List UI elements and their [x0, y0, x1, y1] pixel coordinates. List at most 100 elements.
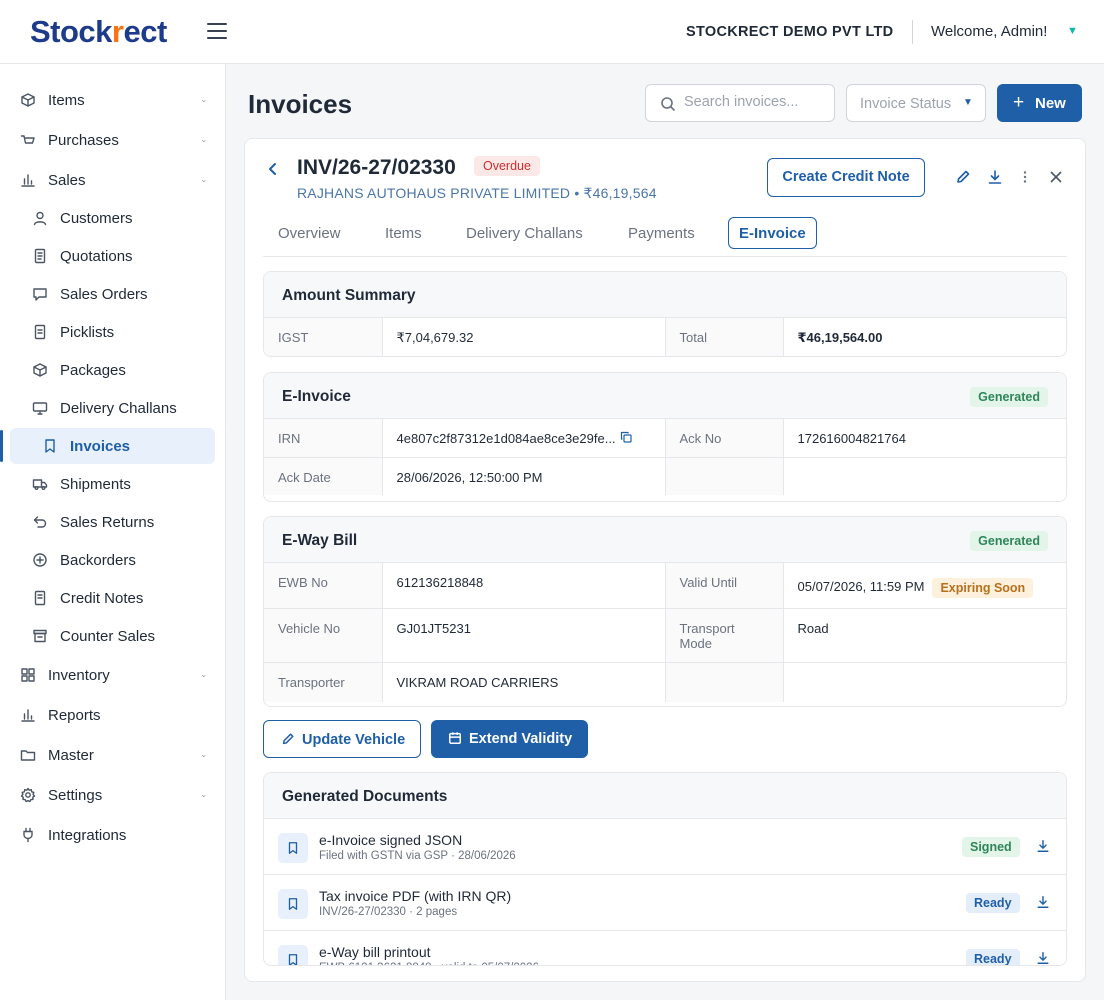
- sidebar-item-items[interactable]: Items ⌄: [10, 82, 215, 118]
- sidebar-item-label: Shipments: [60, 476, 131, 493]
- copy-icon[interactable]: [620, 431, 632, 443]
- empty-cell: [665, 662, 784, 702]
- more-options-icon[interactable]: [1017, 169, 1033, 185]
- plus-icon: +: [1013, 92, 1025, 113]
- sidebar-item-counter-sales[interactable]: Counter Sales: [10, 618, 215, 654]
- generated-documents-title: Generated Documents: [282, 788, 448, 805]
- total-label: Total: [665, 318, 784, 356]
- tab-delivery-challans[interactable]: Delivery Challans: [466, 225, 583, 242]
- search-box[interactable]: [645, 84, 835, 122]
- bookmark-icon: [42, 438, 58, 454]
- sidebar-item-credit-notes[interactable]: Credit Notes: [10, 580, 215, 616]
- sidebar-item-master[interactable]: Master ⌄: [10, 737, 215, 773]
- search-input[interactable]: [684, 94, 824, 110]
- create-credit-note-button[interactable]: Create Credit Note: [767, 158, 925, 197]
- tab-e-invoice[interactable]: E-Invoice: [728, 217, 817, 249]
- sidebar-item-shipments[interactable]: Shipments: [10, 466, 215, 502]
- sidebar-item-label: Backorders: [60, 552, 136, 569]
- document-row[interactable]: Tax invoice PDF (with IRN QR) INV/26-27/0…: [264, 875, 1066, 931]
- top-bar: Stockrect STOCKRECT DEMO PVT LTD Welcome…: [0, 0, 1104, 64]
- ewb-no-value: 612136218848: [382, 563, 666, 609]
- sidebar-item-delivery-challans[interactable]: Delivery Challans: [10, 390, 215, 426]
- document-row[interactable]: e-Invoice signed JSON Filed with GSTN via…: [264, 819, 1066, 875]
- sidebar-item-sales[interactable]: Sales ⌄: [10, 162, 215, 198]
- sidebar-item-label: Reports: [48, 707, 101, 724]
- pencil-icon: [281, 732, 295, 746]
- sidebar-item-sales-returns[interactable]: Sales Returns: [10, 504, 215, 540]
- generated-documents-card: Generated Documents e-Invoice signed JSO…: [263, 772, 1067, 966]
- download-icon[interactable]: [1036, 895, 1050, 909]
- overdue-badge: Overdue: [474, 156, 540, 176]
- document-subtitle: EWB 6121 3621 8848 · valid to 05/07/2026: [319, 962, 539, 965]
- sidebar-item-invoices[interactable]: Invoices: [0, 428, 215, 464]
- irn-label: IRN: [264, 419, 383, 458]
- chevron-down-icon[interactable]: ⌄: [200, 749, 208, 760]
- e-invoice-card: E-Invoice Generated IRN 4e807c2f87312e1d…: [263, 372, 1067, 502]
- chevron-down-icon[interactable]: ⌄: [200, 174, 208, 185]
- document-subtitle: INV/26-27/02330 · 2 pages: [319, 906, 458, 918]
- download-icon[interactable]: [1036, 951, 1050, 965]
- transporter-value: VIKRAM ROAD CARRIERS: [382, 662, 666, 702]
- sidebar-item-label: Purchases: [48, 132, 119, 149]
- chevron-down-icon[interactable]: ⌄: [200, 94, 208, 105]
- new-invoice-button[interactable]: + New: [997, 84, 1082, 122]
- edit-pencil-icon[interactable]: [955, 169, 971, 185]
- sidebar-item-label: Packages: [60, 362, 126, 379]
- sidebar-item-packages[interactable]: Packages: [10, 352, 215, 388]
- download-icon[interactable]: [987, 169, 1003, 185]
- basket-icon: [20, 132, 36, 148]
- ack-no-label: Ack No: [665, 419, 784, 458]
- sidebar-item-purchases[interactable]: Purchases ⌄: [10, 122, 215, 158]
- sidebar-item-settings[interactable]: Settings ⌄: [10, 777, 215, 813]
- sidebar-item-label: Master: [48, 747, 94, 764]
- tab-items[interactable]: Items: [385, 225, 422, 242]
- invoice-number: INV/26-27/02330: [297, 156, 456, 179]
- extend-validity-button[interactable]: Extend Validity: [431, 720, 588, 758]
- invoice-detail-panel: INV/26-27/02330 Overdue RAJHANS AUTOHAUS…: [244, 138, 1086, 982]
- transporter-label: Transporter: [264, 662, 383, 702]
- user-menu-caret-icon[interactable]: ▼: [1067, 25, 1078, 37]
- ewb-no-label: EWB No: [264, 563, 383, 609]
- plus-circle-icon: [32, 552, 48, 568]
- document-icon: [32, 248, 48, 264]
- sidebar-item-integrations[interactable]: Integrations: [10, 817, 215, 853]
- sidebar-item-reports[interactable]: Reports: [10, 697, 215, 733]
- tab-overview[interactable]: Overview: [278, 225, 341, 242]
- calendar-icon: [448, 731, 462, 745]
- sidebar-item-inventory[interactable]: Inventory ⌄: [10, 657, 215, 693]
- chevron-down-icon[interactable]: ⌄: [200, 669, 208, 680]
- sidebar-item-quotations[interactable]: Quotations: [10, 238, 215, 274]
- ack-date-value: 28/06/2026, 12:50:00 PM: [382, 457, 666, 495]
- sidebar-item-customers[interactable]: Customers: [10, 200, 215, 236]
- invoice-status-select[interactable]: Invoice Status ▼: [846, 84, 986, 122]
- user-icon: [32, 210, 48, 226]
- e-way-bill-card: E-Way Bill Generated EWB No 612136218848…: [263, 516, 1067, 707]
- gear-icon: [20, 787, 36, 803]
- update-vehicle-button[interactable]: Update Vehicle: [263, 720, 421, 758]
- document-row[interactable]: e-Way bill printout EWB 6121 3621 8848 · …: [264, 931, 1066, 965]
- sidebar-item-backorders[interactable]: Backorders: [10, 542, 215, 578]
- close-icon[interactable]: [1048, 169, 1064, 185]
- e-invoice-header: E-Invoice Generated: [264, 373, 1066, 419]
- invoice-customer-amount[interactable]: RAJHANS AUTOHAUS PRIVATE LIMITED • ₹46,1…: [297, 185, 657, 202]
- download-icon[interactable]: [1036, 839, 1050, 853]
- sidebar-item-label: Credit Notes: [60, 590, 144, 607]
- welcome-text[interactable]: Welcome, Admin!: [931, 23, 1047, 40]
- sidebar-item-sales-orders[interactable]: Sales Orders: [10, 276, 215, 312]
- sidebar-item-label: Counter Sales: [60, 628, 156, 645]
- document-title: Tax invoice PDF (with IRN QR): [319, 888, 512, 904]
- monitor-icon: [32, 400, 48, 416]
- document-bookmark-icon: [278, 833, 308, 863]
- stockrect-logo[interactable]: Stockrect: [30, 14, 167, 50]
- back-arrow-icon[interactable]: [265, 161, 281, 177]
- hamburger-menu-icon[interactable]: [207, 23, 227, 39]
- tab-payments[interactable]: Payments: [628, 225, 695, 242]
- chevron-down-icon[interactable]: ⌄: [200, 134, 208, 145]
- document-subtitle: Filed with GSTN via GSP · 28/06/2026: [319, 850, 516, 862]
- extend-validity-label: Extend Validity: [469, 731, 573, 747]
- chevron-down-icon[interactable]: ⌄: [200, 789, 208, 800]
- vehicle-no-label: Vehicle No: [264, 608, 383, 663]
- sidebar-item-picklists[interactable]: Picklists: [10, 314, 215, 350]
- company-name: STOCKRECT DEMO PVT LTD: [686, 24, 894, 40]
- total-value: ₹46,19,564.00: [797, 330, 883, 345]
